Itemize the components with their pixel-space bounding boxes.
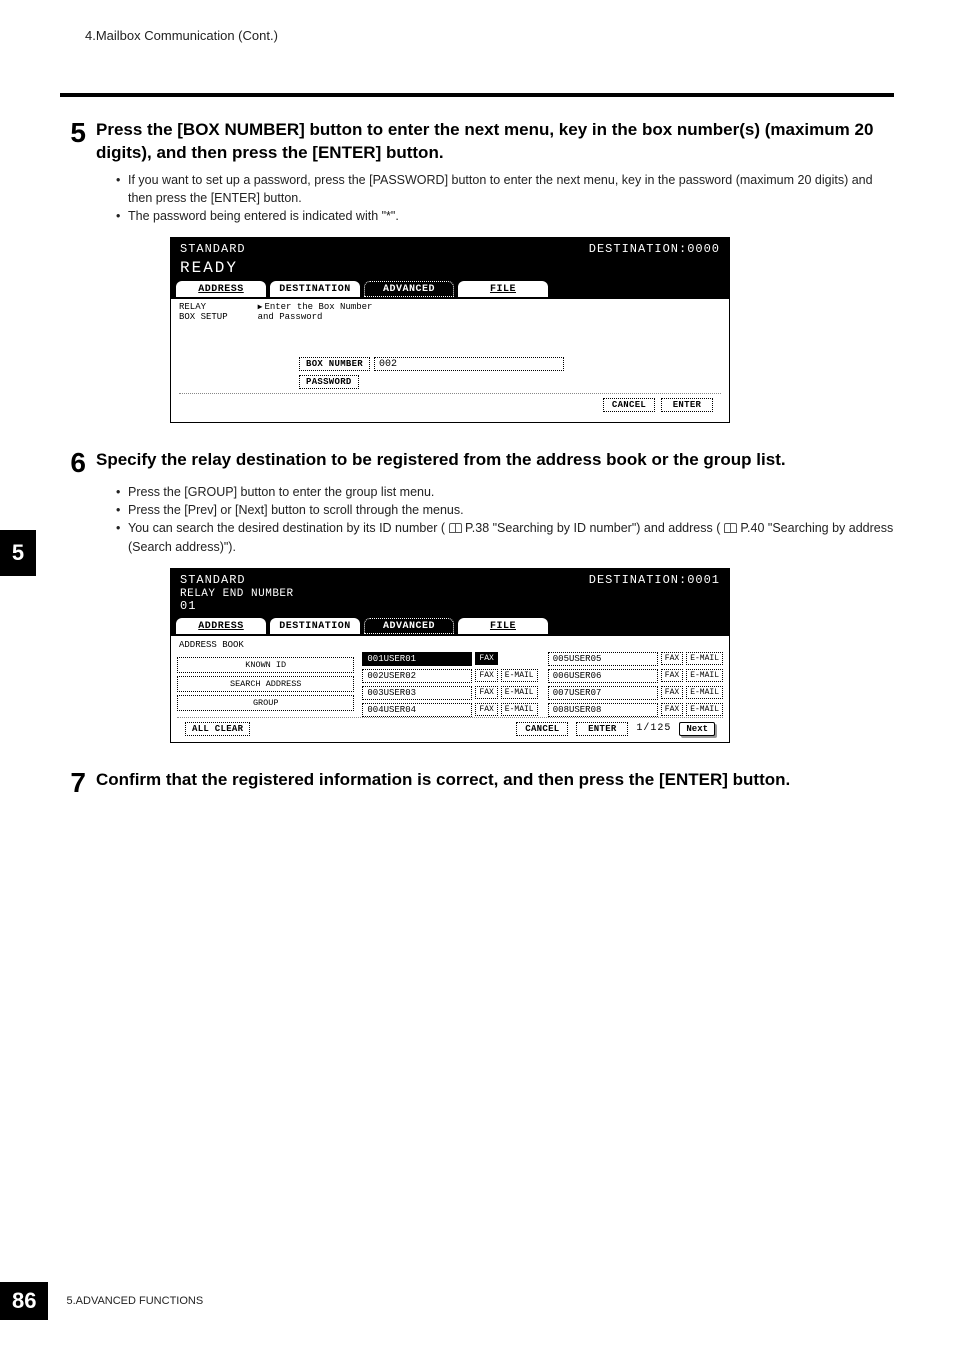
ab-entry[interactable]: 008USER08 FAX E-MAIL <box>548 703 723 717</box>
bullet: Press the [GROUP] button to enter the gr… <box>116 483 894 501</box>
box-number-field[interactable]: 002 <box>374 357 564 371</box>
email-chip[interactable]: E-MAIL <box>686 686 723 699</box>
tab-address[interactable]: ADDRESS <box>176 618 266 634</box>
text: P.38 "Searching by ID number") and addre… <box>465 521 720 535</box>
book-icon <box>724 523 737 533</box>
all-clear-button[interactable]: ALL CLEAR <box>185 722 250 736</box>
enter-button[interactable]: ENTER <box>661 398 713 412</box>
lcd-destination: DESTINATION:0000 <box>589 243 720 257</box>
fax-chip[interactable]: FAX <box>475 686 497 699</box>
lcd-line3: 01 <box>180 600 720 614</box>
step-5-screenshot: STANDARD DESTINATION:0000 READY ADDRESS … <box>170 237 730 423</box>
ab-entry[interactable]: 004USER04 FAX E-MAIL <box>362 703 539 717</box>
step-number: 7 <box>60 769 86 797</box>
ab-entry[interactable]: 002USER02 FAX E-MAIL <box>362 669 539 683</box>
lcd-destination: DESTINATION:0001 <box>589 574 720 588</box>
panel-body: ADDRESS BOOK 001USER01 FAX 005USER05 FAX… <box>170 636 730 743</box>
side-chapter-tab: 5 <box>0 530 36 576</box>
fax-chip[interactable]: FAX <box>661 669 683 682</box>
tab-advanced[interactable]: ADVANCED <box>364 281 454 297</box>
step-5: 5 Press the [BOX NUMBER] button to enter… <box>60 119 894 165</box>
known-id-button[interactable]: KNOWN ID <box>177 657 354 673</box>
enter-button[interactable]: ENTER <box>576 722 628 736</box>
text: You can search the desired destination b… <box>128 521 445 535</box>
page-footer: 86 5.ADVANCED FUNCTIONS <box>0 1282 203 1320</box>
lcd-status: STANDARD <box>180 243 246 257</box>
ab-entry[interactable]: 005USER05 FAX E-MAIL <box>548 652 723 666</box>
bullet: Press the [Prev] or [Next] button to scr… <box>116 501 894 519</box>
step-number: 6 <box>60 449 86 477</box>
search-address-button[interactable]: SEARCH ADDRESS <box>177 676 354 692</box>
fax-chip[interactable]: FAX <box>475 652 497 665</box>
tab-bar: ADDRESS DESTINATION ADVANCED FILE <box>170 618 730 636</box>
tab-destination[interactable]: DESTINATION <box>270 281 360 297</box>
email-chip[interactable]: E-MAIL <box>501 686 538 699</box>
bullet: You can search the desired destination b… <box>116 519 894 555</box>
password-button[interactable]: PASSWORD <box>299 375 359 389</box>
step-title: Press the [BOX NUMBER] button to enter t… <box>96 119 894 165</box>
bullet: The password being entered is indicated … <box>116 207 894 225</box>
step-6-screenshot: STANDARD DESTINATION:0001 RELAY END NUMB… <box>170 568 730 743</box>
tab-address[interactable]: ADDRESS <box>176 281 266 297</box>
page-section: 5.ADVANCED FUNCTIONS <box>66 1295 203 1307</box>
email-chip[interactable]: E-MAIL <box>686 669 723 682</box>
ab-entry[interactable]: 003USER03 FAX E-MAIL <box>362 686 539 700</box>
panel-body: RELAY BOX SETUP Enter the Box Number and… <box>170 299 730 423</box>
lcd-ready: READY <box>180 259 720 277</box>
fax-chip[interactable]: FAX <box>475 669 497 682</box>
email-chip[interactable]: E-MAIL <box>686 652 723 665</box>
bullet: If you want to set up a password, press … <box>116 171 894 207</box>
box-number-button[interactable]: BOX NUMBER <box>299 357 370 371</box>
step-number: 5 <box>60 119 86 147</box>
lcd-header: STANDARD DESTINATION:0001 RELAY END NUMB… <box>170 568 730 618</box>
cancel-button[interactable]: CANCEL <box>603 398 655 412</box>
tab-bar: ADDRESS DESTINATION ADVANCED FILE <box>170 281 730 299</box>
group-button[interactable]: GROUP <box>177 695 354 711</box>
email-chip[interactable]: E-MAIL <box>501 669 538 682</box>
lcd-status: STANDARD <box>180 574 246 588</box>
prompt-right-line: and Password <box>258 313 373 323</box>
fax-chip[interactable]: FAX <box>475 703 497 716</box>
tab-file[interactable]: FILE <box>458 281 548 297</box>
lcd-header: STANDARD DESTINATION:0000 READY <box>170 237 730 281</box>
fax-chip[interactable]: FAX <box>661 686 683 699</box>
tab-file[interactable]: FILE <box>458 618 548 634</box>
next-button[interactable]: Next <box>679 722 715 736</box>
page-indicator: 1/125 <box>636 723 671 734</box>
step-6-bullets: Press the [GROUP] button to enter the gr… <box>116 483 894 556</box>
step-7: 7 Confirm that the registered informatio… <box>60 769 894 797</box>
email-chip[interactable]: E-MAIL <box>686 703 723 716</box>
book-icon <box>449 523 462 533</box>
divider-rule <box>60 93 894 97</box>
tab-advanced[interactable]: ADVANCED <box>364 618 454 634</box>
lcd-line2: RELAY END NUMBER <box>180 588 720 601</box>
ab-entry[interactable]: 001USER01 FAX <box>362 652 539 666</box>
page-number: 86 <box>0 1282 48 1320</box>
fax-chip[interactable]: FAX <box>661 703 683 716</box>
ab-entry[interactable]: 006USER06 FAX E-MAIL <box>548 669 723 683</box>
step-title: Confirm that the registered information … <box>96 769 894 792</box>
tab-destination[interactable]: DESTINATION <box>270 618 360 634</box>
prompt-left-line: BOX SETUP <box>179 313 228 323</box>
address-book-label: ADDRESS BOOK <box>177 638 723 652</box>
step-6: 6 Specify the relay destination to be re… <box>60 449 894 477</box>
ab-entry[interactable]: 007USER07 FAX E-MAIL <box>548 686 723 700</box>
email-chip[interactable]: E-MAIL <box>501 703 538 716</box>
cancel-button[interactable]: CANCEL <box>516 722 568 736</box>
step-title: Specify the relay destination to be regi… <box>96 449 894 472</box>
page-header: 4.Mailbox Communication (Cont.) <box>60 28 894 43</box>
fax-chip[interactable]: FAX <box>661 652 683 665</box>
step-5-bullets: If you want to set up a password, press … <box>116 171 894 225</box>
